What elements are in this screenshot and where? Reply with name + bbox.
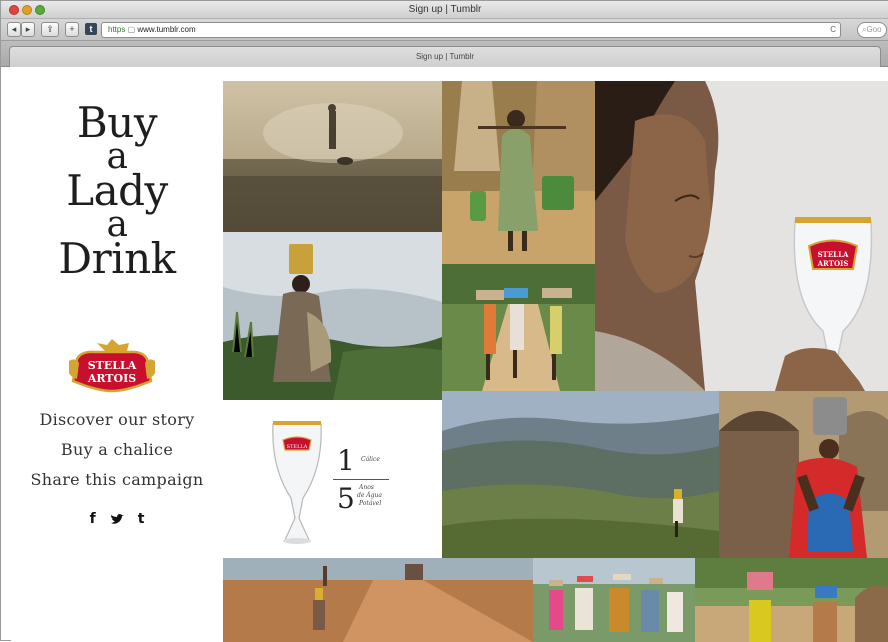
tumblr-icon[interactable]: t	[138, 511, 145, 529]
photo-dusty-field	[223, 81, 442, 232]
stella-artois-logo[interactable]: STELLA ARTOIS	[67, 337, 157, 393]
share-button[interactable]: ⇪	[41, 22, 59, 37]
forward-button[interactable]: ▸	[21, 22, 35, 37]
lock-icon: ▢	[127, 25, 136, 34]
photo-woman-red-sari	[719, 391, 888, 558]
photo-woman-bucket	[223, 232, 442, 400]
ratio-bottom-number: 5	[337, 482, 355, 515]
ratio-bottom-label-3: Potável	[359, 500, 382, 507]
social-links: f t	[77, 511, 157, 529]
photo-dirt-road	[223, 558, 533, 642]
campaign-headline: Buy a Lady a Drink	[11, 102, 223, 283]
browser-toolbar: ◂ ▸ ⇪ + t https ▢ www.tumblr.com C ⌕Goo	[1, 19, 888, 41]
back-button[interactable]: ◂	[7, 22, 21, 37]
headline-word: Drink	[58, 234, 176, 283]
ratio-top-label: Cálice	[361, 456, 380, 463]
ratio-bottom-label-2: de Água	[357, 492, 382, 499]
page-content: Buy a Lady a Drink STELLA ARTOIS Discove…	[11, 67, 888, 642]
buy-chalice-link[interactable]: Buy a chalice	[11, 435, 223, 465]
share-icon: ⇪	[46, 24, 54, 34]
brand-line1: STELLA	[88, 359, 137, 372]
campaign-sidebar: Buy a Lady a Drink STELLA ARTOIS Discove…	[11, 67, 223, 642]
url-text: www.tumblr.com	[137, 25, 196, 34]
facebook-icon[interactable]: f	[90, 511, 96, 529]
browser-window: Sign up | Tumblr ◂ ▸ ⇪ + t https ▢ www.t…	[0, 0, 888, 642]
photo-mountain-landscape	[442, 391, 719, 558]
chalice-text-1: STELLA	[818, 250, 849, 259]
forward-arrow-icon: ▸	[25, 24, 31, 34]
title-bar: Sign up | Tumblr	[1, 1, 888, 19]
ratio-bottom-label-1: Anos	[359, 484, 374, 491]
chalice-panel-glass-text: STELLA	[287, 444, 308, 450]
add-bookmark-button[interactable]: +	[65, 22, 79, 37]
photo-women-path	[442, 264, 595, 391]
tab-active[interactable]: Sign up | Tumblr	[9, 46, 881, 67]
chalice-ratio-panel: STELLA 1 Cálice 5 Anos de Água Potável	[223, 400, 442, 558]
photo-women-group	[533, 558, 695, 642]
photo-woman-chalice: STELLA ARTOIS	[595, 81, 888, 391]
campaign-menu: Discover our story Buy a chalice Share t…	[11, 405, 223, 495]
plus-icon: +	[69, 24, 75, 34]
address-bar[interactable]: https ▢ www.tumblr.com C	[101, 22, 841, 38]
search-placeholder: Goo	[866, 25, 882, 34]
url-scheme: https	[108, 25, 126, 34]
photo-village-women	[695, 558, 888, 642]
tumblr-favicon-icon: t	[85, 23, 97, 35]
brand-line2: ARTOIS	[87, 372, 136, 385]
back-arrow-icon: ◂	[11, 24, 17, 34]
reload-icon[interactable]: C	[830, 23, 836, 37]
search-field[interactable]: ⌕Goo	[857, 22, 887, 38]
discover-story-link[interactable]: Discover our story	[11, 405, 223, 435]
ratio-top-number: 1	[337, 444, 355, 477]
window-title: Sign up | Tumblr	[408, 4, 482, 15]
photo-woman-jerrycans	[442, 81, 595, 264]
share-campaign-link[interactable]: Share this campaign	[11, 465, 223, 495]
twitter-icon[interactable]	[110, 511, 124, 529]
chalice-text-2: ARTOIS	[817, 259, 849, 268]
tab-bar: Sign up | Tumblr	[1, 41, 888, 67]
ratio-divider	[333, 479, 389, 480]
chalice-glass-image: STELLA	[272, 421, 322, 544]
